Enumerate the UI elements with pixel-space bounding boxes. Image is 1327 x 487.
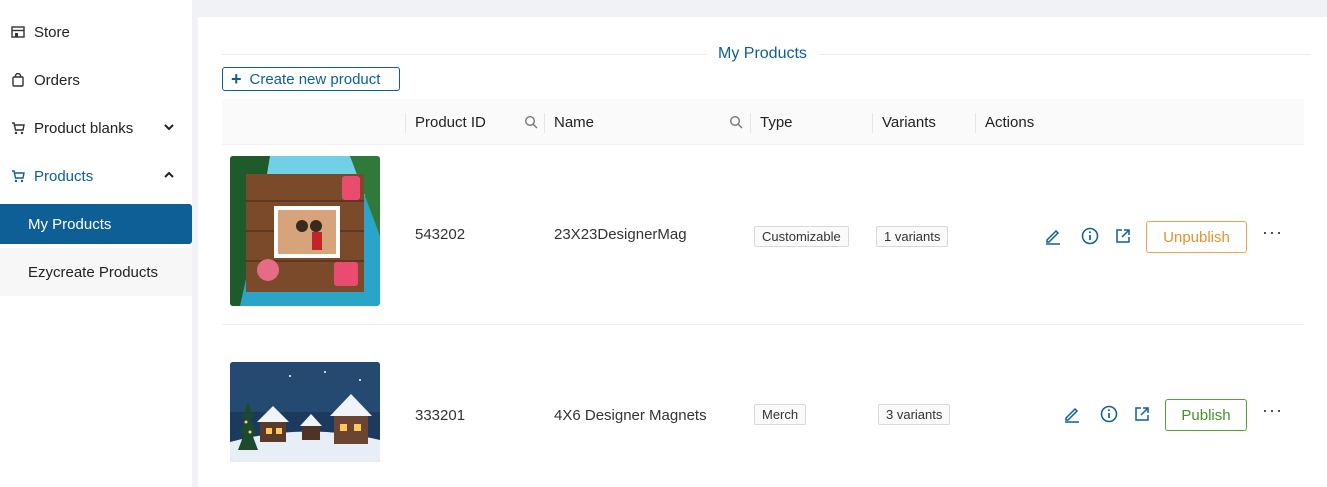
chevron-up-icon[interactable] <box>162 168 176 182</box>
page-title: My Products <box>706 45 819 63</box>
product-thumbnail[interactable] <box>230 156 380 306</box>
unpublish-button[interactable]: Unpublish <box>1146 221 1247 253</box>
sidebar-item-label: Orders <box>34 71 80 89</box>
column-divider <box>750 113 751 133</box>
search-icon[interactable] <box>524 115 538 129</box>
product-id: 333201 <box>415 407 466 424</box>
sidebar-subitem-label: My Products <box>28 215 112 233</box>
row-divider <box>222 324 1304 325</box>
column-divider <box>544 113 545 133</box>
bag-icon <box>10 72 26 88</box>
sidebar-item-label: Product blanks <box>34 119 134 137</box>
variants-tag: 3 variants <box>878 404 951 425</box>
search-icon[interactable] <box>729 115 743 129</box>
column-divider <box>405 113 406 133</box>
edit-icon[interactable] <box>1044 227 1062 245</box>
more-icon[interactable]: ··· <box>1262 222 1283 243</box>
external-link-icon[interactable] <box>1133 405 1151 423</box>
info-icon[interactable] <box>1100 405 1118 423</box>
column-header-product-id[interactable]: Product ID <box>415 99 486 145</box>
sidebar-subitem-ezycreate-products[interactable]: Ezycreate Products <box>0 248 192 296</box>
column-header-name[interactable]: Name <box>554 99 594 145</box>
external-link-icon[interactable] <box>1114 227 1132 245</box>
product-name: 23X23DesignerMag <box>554 226 687 243</box>
sidebar: Store Orders Product blanks Products My … <box>0 0 192 487</box>
publish-button[interactable]: Publish <box>1165 399 1247 431</box>
sidebar-subitem-my-products[interactable]: My Products <box>0 204 192 244</box>
info-icon[interactable] <box>1081 227 1099 245</box>
sidebar-item-orders[interactable]: Orders <box>0 56 192 104</box>
create-new-product-button[interactable]: + Create new product <box>222 67 400 91</box>
store-icon <box>10 24 26 40</box>
edit-icon[interactable] <box>1063 405 1081 423</box>
main-panel: My Products + Create new product Product… <box>198 17 1327 487</box>
sidebar-subitem-label: Ezycreate Products <box>28 263 159 281</box>
cart-icon <box>10 168 26 184</box>
type-tag: Merch <box>754 404 807 425</box>
cart-icon <box>10 120 26 136</box>
sidebar-item-products[interactable]: Products <box>0 152 192 200</box>
type-tag: Customizable <box>754 226 849 247</box>
column-divider <box>872 113 873 133</box>
more-icon[interactable]: ··· <box>1262 400 1283 421</box>
create-button-label: Create new product <box>249 70 381 88</box>
sidebar-item-store[interactable]: Store <box>0 8 192 56</box>
variants-tag: 1 variants <box>876 226 949 247</box>
product-name: 4X6 Designer Magnets <box>554 407 707 424</box>
column-header-type: Type <box>760 113 793 131</box>
product-thumbnail[interactable] <box>230 362 380 462</box>
chevron-down-icon[interactable] <box>162 120 176 134</box>
column-divider <box>975 113 976 133</box>
table-header: Product ID Name Type Variants Actions <box>222 99 1304 145</box>
sidebar-item-product-blanks[interactable]: Product blanks <box>0 104 192 152</box>
sidebar-item-label: Products <box>34 167 94 185</box>
product-id: 543202 <box>415 226 466 243</box>
column-header-actions: Actions <box>985 113 1035 131</box>
sidebar-item-label: Store <box>34 23 70 41</box>
column-header-variants: Variants <box>882 113 936 131</box>
plus-icon: + <box>231 69 242 89</box>
